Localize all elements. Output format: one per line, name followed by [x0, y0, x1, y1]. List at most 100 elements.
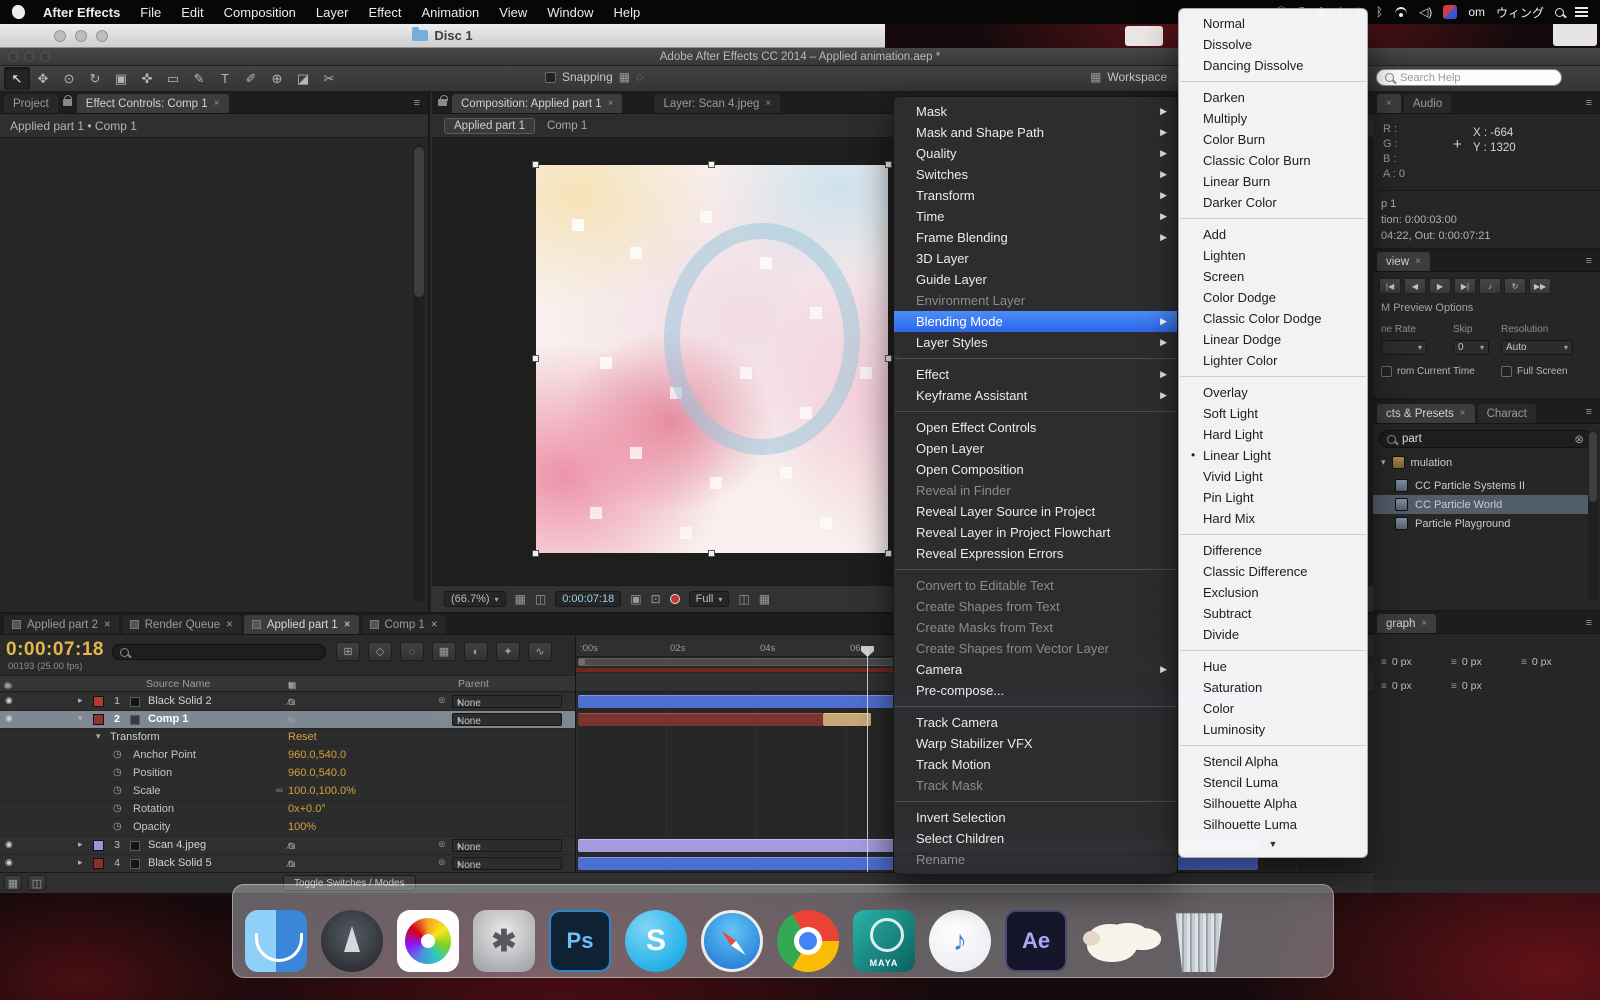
blending-mode-item[interactable]: Classic Color Dodge	[1179, 308, 1367, 329]
snapshot-icon[interactable]: ⊡	[651, 592, 661, 606]
input-method-label[interactable]: ウィング	[1496, 4, 1544, 21]
brush-tool[interactable]: ✐	[238, 67, 264, 90]
blending-mode-item[interactable]: Lighter Color	[1179, 350, 1367, 371]
property-label[interactable]: Opacity	[133, 821, 170, 833]
property-value[interactable]: 960.0,540.0	[288, 749, 346, 761]
brainstorm-button[interactable]: ✦	[496, 642, 520, 661]
blending-mode-item[interactable]: Soft Light	[1179, 403, 1367, 424]
property-label[interactable]: Anchor Point	[133, 749, 196, 761]
layer-row-3[interactable]: ◉ ▸ 3 Scan 4.jpeg ⊙ ∕ fx ⊚ None ▾	[0, 837, 575, 855]
tab-project[interactable]: Project	[4, 94, 58, 113]
selection-handle[interactable]	[708, 550, 715, 557]
parent-column-header[interactable]: Parent	[458, 678, 489, 690]
snap-option-icon[interactable]: ▦	[619, 70, 630, 84]
group-twirl-icon[interactable]: ▾	[96, 731, 101, 742]
scrollbar-thumb[interactable]	[414, 147, 424, 297]
context-menu-item[interactable]: Environment Layer	[894, 290, 1177, 311]
context-menu-item[interactable]: Create Masks from Text	[894, 617, 1177, 638]
transform-group-label[interactable]: Transform	[110, 731, 160, 743]
audio-toggle-button[interactable]: ♪	[1479, 278, 1501, 294]
effect-item-cc-particle-systems-ii[interactable]: CC Particle Systems II	[1373, 476, 1588, 495]
current-time-indicator-line[interactable]	[867, 647, 868, 872]
wifi-icon[interactable]	[1394, 7, 1408, 17]
dock-chrome-icon[interactable]	[777, 910, 839, 972]
blending-mode-item[interactable]: Color Dodge	[1179, 287, 1367, 308]
context-menu-item[interactable]: Pre-compose...	[894, 680, 1177, 701]
layer-switch-icon[interactable]: fx	[288, 859, 295, 870]
parent-pickwhip-icon[interactable]: ⊚	[438, 695, 446, 706]
context-menu-item[interactable]: Open Layer	[894, 438, 1177, 459]
stopwatch-icon[interactable]: ◷	[113, 821, 122, 832]
menu-scroll-down-icon[interactable]: ▼	[1179, 835, 1367, 853]
input-source-flag-icon[interactable]	[1443, 5, 1458, 19]
volume-icon[interactable]: ◁)	[1419, 5, 1432, 19]
panel-menu-icon[interactable]: ≡	[414, 97, 424, 109]
blending-mode-item[interactable]: Divide	[1179, 624, 1367, 645]
ram-preview-button[interactable]: ▶▶	[1529, 278, 1551, 294]
context-menu-item[interactable]: Create Shapes from Text	[894, 596, 1177, 617]
tab-paragraph[interactable]: graph ×	[1377, 614, 1437, 633]
blending-mode-item[interactable]: Subtract	[1179, 603, 1367, 624]
parent-dropdown[interactable]: None ▾	[452, 857, 562, 871]
lock-icon[interactable]	[438, 95, 448, 106]
context-menu-item[interactable]: Reveal Layer in Project Flowchart	[894, 522, 1177, 543]
search-help-field[interactable]: Search Help	[1376, 69, 1562, 86]
effects-category-row[interactable]: ▾ mulation	[1381, 456, 1452, 469]
blending-mode-item[interactable]: Pin Light	[1179, 487, 1367, 508]
motion-blur-button[interactable]: ◐	[464, 642, 488, 661]
layer-row-4[interactable]: ◉ ▸ 4 Black Solid 5 ⊙ ∕ fx ⊚ None ▾	[0, 855, 575, 873]
context-menu-item[interactable]: Mask	[894, 101, 1177, 122]
tab-layer[interactable]: Layer: Scan 4.jpeg ×	[654, 94, 781, 113]
paragraph-spacing-field[interactable]: ≡ 0 px	[1521, 656, 1583, 668]
context-menu-item[interactable]: Layer Styles	[894, 332, 1177, 353]
blending-mode-item[interactable]: Hue	[1179, 656, 1367, 677]
menubar-item[interactable]: Edit	[181, 5, 203, 20]
blending-mode-item[interactable]: Normal	[1179, 13, 1367, 34]
effect-item-particle-playground[interactable]: Particle Playground	[1373, 514, 1588, 533]
hide-shy-layers-button[interactable]: ◌	[400, 642, 424, 661]
context-menu-item[interactable]: Reveal in Finder	[894, 480, 1177, 501]
layer-name[interactable]: Black Solid 2	[148, 695, 212, 707]
dock-trash-icon[interactable]	[1175, 913, 1223, 972]
rotation-tool[interactable]: ↻	[82, 67, 108, 90]
blending-mode-item[interactable]: Stencil Luma	[1179, 772, 1367, 793]
frame-blending-button[interactable]: ▦	[432, 642, 456, 661]
tab-render-queue[interactable]: Render Queue ×	[121, 615, 241, 634]
shape-tool[interactable]: ▭	[160, 67, 186, 90]
context-menu-item[interactable]: Open Effect Controls	[894, 417, 1177, 438]
context-menu-item[interactable]: Track Mask	[894, 775, 1177, 796]
menubar-item[interactable]: Animation	[421, 5, 479, 20]
stopwatch-icon[interactable]: ◷	[113, 749, 122, 760]
grid-icon[interactable]: ◫	[535, 592, 546, 606]
breadcrumb-current-comp[interactable]: Applied part 1	[444, 117, 535, 134]
selection-tool[interactable]: ↖	[4, 67, 30, 90]
property-value[interactable]: 100%	[288, 821, 316, 833]
context-menu-item[interactable]: Time	[894, 206, 1177, 227]
tab-info-partial[interactable]: ×	[1377, 94, 1401, 113]
context-menu-item[interactable]: Convert to Editable Text	[894, 575, 1177, 596]
safe-guides-icon[interactable]: ▦	[515, 592, 526, 606]
blending-mode-item[interactable]: Linear Dodge	[1179, 329, 1367, 350]
mini-flowchart-button[interactable]: ⊞	[336, 642, 360, 661]
clear-search-icon[interactable]: ⊗	[1574, 432, 1584, 446]
selection-handle[interactable]	[885, 550, 892, 557]
zoom-tool[interactable]: ⊙	[56, 67, 82, 90]
blending-mode-item[interactable]: Difference	[1179, 540, 1367, 561]
menubar-item[interactable]: Effect	[368, 5, 401, 20]
skip-dropdown[interactable]: 0 ▾	[1453, 340, 1489, 355]
viewer-timecode[interactable]: 0:00:07:18	[555, 591, 622, 607]
timeline-search-field[interactable]	[112, 644, 326, 660]
stopwatch-icon[interactable]: ◷	[113, 785, 122, 796]
context-menu-item[interactable]: Open Composition	[894, 459, 1177, 480]
source-name-column-header[interactable]: Source Name	[146, 678, 210, 690]
anchor-point-row[interactable]: ◷ Anchor Point 960.0,540.0	[0, 747, 575, 765]
layer-visibility-toggle[interactable]: ◉	[5, 713, 13, 724]
blending-mode-item[interactable]: Classic Difference	[1179, 561, 1367, 582]
layer-bar-2-trim[interactable]	[823, 713, 871, 726]
property-value[interactable]: 0x+0.0°	[288, 803, 326, 815]
transparency-grid-icon[interactable]: ▦	[759, 592, 770, 606]
blending-mode-item[interactable]: Saturation	[1179, 677, 1367, 698]
blending-mode-item[interactable]: Dancing Dissolve	[1179, 55, 1367, 76]
blending-mode-item[interactable]: Darker Color	[1179, 192, 1367, 213]
property-value[interactable]: 100.0,100.0%	[288, 785, 356, 797]
